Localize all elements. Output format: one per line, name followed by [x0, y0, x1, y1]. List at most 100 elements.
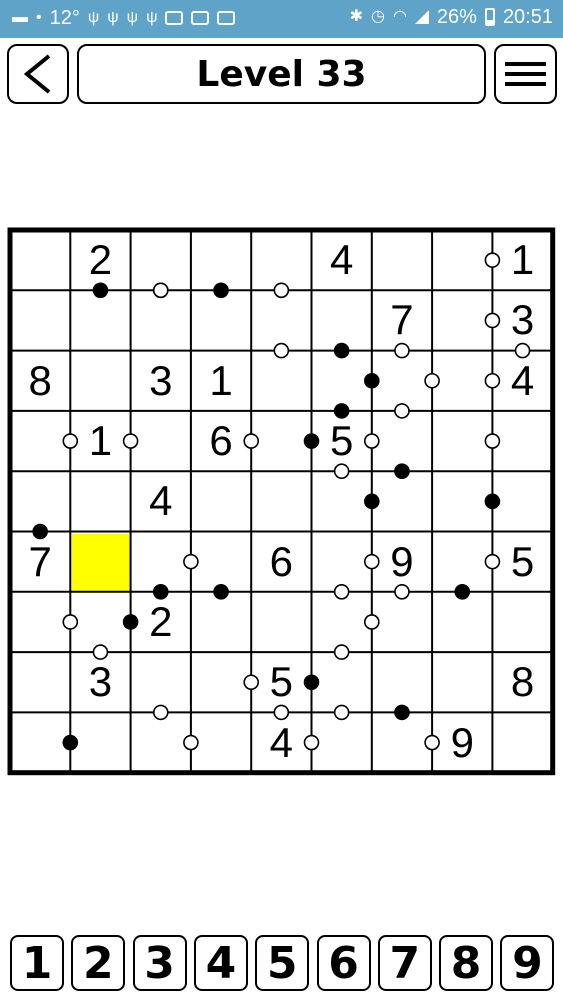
number-key-5[interactable]: 5	[255, 935, 310, 991]
number-key-7[interactable]: 7	[377, 935, 432, 991]
board-cell[interactable]: 3	[131, 351, 191, 411]
board-cell[interactable]	[70, 592, 130, 652]
board-cell[interactable]	[10, 471, 70, 531]
board-cell[interactable]	[10, 230, 70, 290]
board-cell[interactable]	[312, 712, 372, 772]
board-cell[interactable]	[432, 411, 492, 471]
board-cell[interactable]	[372, 592, 432, 652]
board-cell[interactable]	[312, 532, 372, 592]
board-cell[interactable]	[372, 351, 432, 411]
board-cell[interactable]	[492, 592, 552, 652]
board-cell[interactable]	[70, 351, 130, 411]
board-cell[interactable]	[10, 290, 70, 350]
board-cell[interactable]	[312, 351, 372, 411]
board-cell[interactable]	[432, 532, 492, 592]
board-cell[interactable]	[372, 712, 432, 772]
number-key-1[interactable]: 1	[10, 935, 64, 991]
puzzle-board: 24173831416547695235849	[0, 0, 563, 1000]
board-cell[interactable]	[432, 290, 492, 350]
board-cell[interactable]: 4	[251, 712, 311, 772]
board-cell[interactable]	[432, 230, 492, 290]
board-cell[interactable]	[372, 471, 432, 531]
board-cell[interactable]	[191, 652, 251, 712]
board-cell[interactable]	[191, 712, 251, 772]
board-cell[interactable]	[251, 290, 311, 350]
given-digit: 8	[510, 658, 535, 706]
number-key-8[interactable]: 8	[439, 935, 494, 991]
board-cell[interactable]: 4	[131, 471, 191, 531]
board-cell[interactable]	[251, 592, 311, 652]
board-cell[interactable]: 7	[372, 290, 432, 350]
board-cell[interactable]: 5	[492, 532, 552, 592]
board-cell[interactable]	[10, 652, 70, 712]
board-cell[interactable]	[70, 712, 130, 772]
board-cell[interactable]	[10, 712, 70, 772]
board-cell[interactable]	[432, 652, 492, 712]
board-cell[interactable]	[432, 592, 492, 652]
number-key-6[interactable]: 6	[316, 935, 371, 991]
board-cell[interactable]: 5	[312, 411, 372, 471]
board-cell[interactable]	[131, 532, 191, 592]
board-cell[interactable]	[492, 411, 552, 471]
number-key-3[interactable]: 3	[132, 935, 187, 991]
given-digit: 4	[329, 236, 354, 284]
board-cell[interactable]	[70, 532, 130, 592]
board-cell[interactable]	[131, 652, 191, 712]
board-cell[interactable]	[372, 230, 432, 290]
board-cell[interactable]: 2	[131, 592, 191, 652]
board-cell[interactable]	[131, 411, 191, 471]
board-cell[interactable]	[312, 592, 372, 652]
board-cell[interactable]: 9	[432, 712, 492, 772]
board-cell[interactable]	[191, 532, 251, 592]
given-digit: 7	[390, 296, 414, 344]
board-cell[interactable]	[372, 411, 432, 471]
board-cell[interactable]	[10, 592, 70, 652]
board-cell[interactable]: 9	[372, 532, 432, 592]
board-cell[interactable]	[10, 411, 70, 471]
board-cell[interactable]	[312, 471, 372, 531]
board-cell[interactable]	[372, 652, 432, 712]
board-cell[interactable]	[251, 351, 311, 411]
board-cell[interactable]: 1	[191, 351, 251, 411]
given-digit: 6	[269, 537, 294, 585]
board-cell[interactable]: 8	[10, 351, 70, 411]
board-cell[interactable]	[191, 471, 251, 531]
board-cell[interactable]	[70, 471, 130, 531]
given-digit: 9	[390, 537, 414, 585]
board-cell[interactable]	[70, 290, 130, 350]
board-cell[interactable]: 7	[10, 532, 70, 592]
board-cell[interactable]: 1	[70, 411, 130, 471]
board-cell[interactable]	[432, 351, 492, 411]
given-digit: 3	[88, 658, 113, 706]
board-cell[interactable]	[312, 290, 372, 350]
board-cell[interactable]	[251, 471, 311, 531]
given-digit: 3	[149, 356, 173, 404]
board-cell[interactable]: 2	[70, 230, 130, 290]
board-cell[interactable]	[191, 290, 251, 350]
board-cell[interactable]	[251, 411, 311, 471]
board-cell[interactable]	[191, 230, 251, 290]
board-cell[interactable]: 3	[492, 290, 552, 350]
board-cell[interactable]	[492, 712, 552, 772]
board-cell[interactable]: 5	[251, 652, 311, 712]
board-cell[interactable]	[131, 230, 191, 290]
board-cell[interactable]: 3	[70, 652, 130, 712]
board-cell[interactable]	[191, 592, 251, 652]
given-digit: 8	[28, 356, 52, 404]
board-cell[interactable]	[432, 471, 492, 531]
board-cell[interactable]	[131, 712, 191, 772]
board-cell[interactable]: 6	[191, 411, 251, 471]
board-cell[interactable]: 1	[492, 230, 552, 290]
number-key-4[interactable]: 4	[193, 935, 248, 991]
board-cell[interactable]: 8	[492, 652, 552, 712]
number-key-2[interactable]: 2	[71, 935, 126, 991]
board-cell[interactable]	[312, 652, 372, 712]
board-cell[interactable]: 4	[492, 351, 552, 411]
board-cell[interactable]: 4	[312, 230, 372, 290]
number-key-9[interactable]: 9	[500, 935, 555, 991]
board-cell[interactable]	[131, 290, 191, 350]
given-digit: 5	[269, 658, 294, 706]
board-cell[interactable]: 6	[251, 532, 311, 592]
board-cell[interactable]	[251, 230, 311, 290]
board-cell[interactable]	[492, 471, 552, 531]
